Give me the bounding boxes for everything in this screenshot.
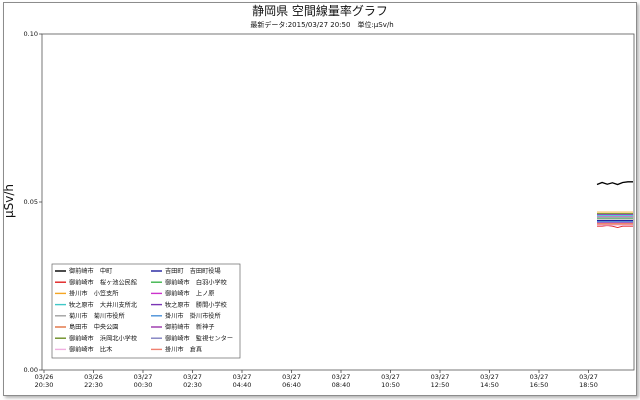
legend-label: 御前崎市 新神子 (165, 323, 215, 331)
chart-subtitle: 最新データ:2015/03/27 20:50 単位:μSv/h (250, 20, 393, 29)
x-tick-time: 02:30 (183, 381, 202, 389)
legend-label: 御前崎市 浜岡北小学校 (69, 334, 137, 342)
x-tick-time: 04:40 (233, 381, 252, 389)
legend-label: 御前崎市 比木 (69, 346, 112, 354)
x-tick-date: 03/27 (332, 373, 351, 381)
legend-box (51, 263, 241, 359)
y-axis-label: μSv/h (2, 184, 16, 218)
x-tick-date: 03/27 (183, 373, 202, 381)
y-ticks: 0.000.050.10 (24, 30, 42, 374)
legend-label: 掛川市 掛川市役所 (165, 312, 221, 320)
legend-label: 吉田町 吉田町役場 (165, 267, 221, 275)
chart-title: 静岡県 空間線量率グラフ (252, 3, 388, 18)
legend-label: 御前崎市 監視センター (165, 334, 233, 342)
legend-label: 菊川市 菊川市役所 (69, 312, 125, 320)
x-tick-time: 14:50 (480, 381, 499, 389)
x-tick-date: 03/27 (282, 373, 301, 381)
x-tick-time: 16:50 (530, 381, 549, 389)
legend-label: 掛川市 小笠支所 (69, 290, 119, 298)
x-tick-date: 03/27 (431, 373, 450, 381)
x-tick-time: 22:30 (84, 381, 103, 389)
x-tick-date: 03/27 (530, 373, 549, 381)
chart-svg: 静岡県 空間線量率グラフ 最新データ:2015/03/27 20:50 単位:μ… (2, 3, 635, 389)
y-tick-label: 0.05 (24, 198, 38, 206)
x-tick-time: 10:50 (381, 381, 400, 389)
x-tick-date: 03/27 (480, 373, 499, 381)
x-tick-time: 00:30 (134, 381, 153, 389)
x-tick-date: 03/26 (35, 373, 54, 381)
x-tick-time: 06:40 (282, 381, 301, 389)
legend-label: 御前崎市 白羽小学校 (165, 278, 227, 286)
x-tick-time: 20:30 (35, 381, 54, 389)
x-tick-time: 08:40 (332, 381, 351, 389)
x-tick-time: 12:50 (431, 381, 450, 389)
legend-label: 島田市 中央公園 (69, 323, 119, 331)
x-tick-time: 18:50 (579, 381, 598, 389)
y-tick-label: 0.10 (24, 30, 38, 38)
x-tick-date: 03/26 (84, 373, 103, 381)
x-tick-date: 03/27 (579, 373, 598, 381)
x-tick-date: 03/27 (134, 373, 153, 381)
x-ticks: 03/2620:3003/2622:3003/2700:3003/2702:30… (35, 370, 598, 389)
x-tick-date: 03/27 (381, 373, 400, 381)
legend: 御前崎市 中町 吉田町 吉田町役場御前崎市 桜ヶ池公民館 御前崎市 白羽小学校掛川市… (51, 263, 241, 359)
legend-label: 御前崎市 桜ヶ池公民館 (69, 278, 137, 286)
legend-label: 御前崎市 中町 (69, 267, 112, 275)
legend-label: 牧之原市 大井川支所北 (69, 301, 138, 309)
x-tick-date: 03/27 (233, 373, 252, 381)
legend-label: 掛川市 倉真 (165, 346, 202, 354)
legend-label: 御前崎市 上ノ原 (165, 290, 215, 298)
legend-label: 牧之原市 勝間小学校 (165, 301, 227, 309)
